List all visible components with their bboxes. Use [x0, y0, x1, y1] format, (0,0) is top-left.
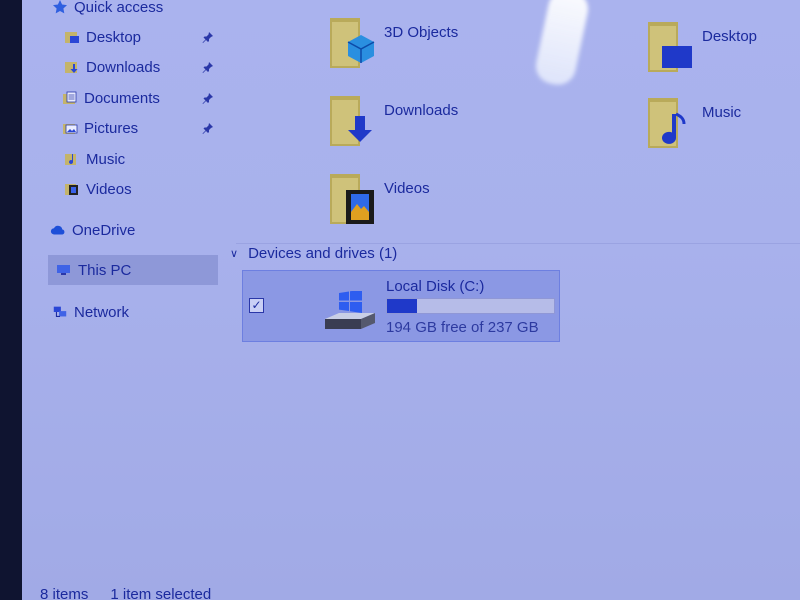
sidebar-item-network[interactable]: Network — [52, 299, 129, 325]
drive-local-disk-c[interactable]: ✓ Local Disk (C:) 194 GB free of 237 GB — [242, 270, 560, 342]
computer-icon — [56, 262, 72, 278]
sidebar-item-videos[interactable]: Videos — [64, 176, 132, 202]
sidebar-item-label: Pictures — [84, 119, 139, 137]
status-bar: 8 items 1 item selected — [40, 586, 211, 600]
pin-icon[interactable] — [202, 121, 214, 134]
chevron-down-icon[interactable]: ∨ — [230, 247, 238, 260]
sidebar-item-label: Quick access — [74, 0, 164, 16]
sidebar-item-downloads[interactable]: Downloads — [64, 54, 220, 80]
sidebar-item-label: This PC — [78, 261, 132, 279]
sidebar-item-label: Videos — [86, 180, 132, 198]
sidebar-item-pictures[interactable]: Pictures — [62, 115, 220, 141]
drive-name: Local Disk (C:) — [386, 278, 485, 295]
music-folder-icon — [64, 151, 80, 167]
sidebar-item-onedrive[interactable]: OneDrive — [50, 217, 135, 243]
selection-checkbox[interactable]: ✓ — [249, 298, 264, 313]
pictures-folder-icon — [62, 120, 78, 136]
navigation-pane: Quick access Desktop Downloads Documents… — [22, 0, 218, 560]
folder-3d-objects[interactable]: 3D Objects — [328, 16, 458, 77]
pin-icon[interactable] — [202, 91, 214, 104]
folder-label[interactable]: Desktop — [702, 28, 757, 45]
drive-usage-bar — [386, 298, 555, 314]
drive-usage-fill — [387, 299, 418, 313]
videos-folder-icon — [64, 181, 80, 197]
sidebar-item-documents[interactable]: Documents — [62, 85, 220, 111]
videos-folder-icon — [328, 172, 376, 233]
group-header-label: Devices and drives (1) — [248, 245, 398, 262]
devices-group-header[interactable]: ∨ Devices and drives (1) — [230, 245, 397, 262]
sidebar-item-label: Desktop — [86, 28, 142, 46]
documents-folder-icon — [62, 90, 78, 106]
content-pane: 3D Objects Desktop Downloads Music Video — [218, 0, 800, 600]
folder-downloads[interactable]: Downloads — [328, 94, 458, 155]
item-count: 8 items — [40, 586, 89, 600]
sidebar-item-music[interactable]: Music — [64, 146, 125, 172]
sidebar-item-label: Network — [74, 303, 130, 321]
file-explorer-window: Quick access Desktop Downloads Documents… — [22, 0, 800, 600]
star-icon — [52, 0, 68, 15]
pin-icon[interactable] — [202, 60, 214, 73]
folder-label: Music — [702, 104, 742, 121]
3d-objects-folder-icon — [328, 16, 376, 77]
folder-videos[interactable]: Videos — [328, 172, 430, 233]
selection-count: 1 item selected — [110, 586, 212, 600]
folder-music[interactable]: Music — [646, 96, 741, 157]
network-icon — [52, 304, 68, 320]
downloads-folder-icon — [64, 59, 80, 75]
desktop-folder-icon — [646, 20, 694, 81]
folder-desktop[interactable]: Desktop — [646, 20, 757, 81]
downloads-folder-icon — [328, 94, 376, 155]
sidebar-item-label: Documents — [84, 89, 160, 107]
sidebar-item-label: Music — [86, 150, 126, 168]
sidebar-item-desktop[interactable]: Desktop — [64, 24, 220, 50]
drive-free-space: 194 GB free of 237 GB — [386, 319, 539, 336]
music-folder-icon — [646, 96, 694, 157]
cloud-icon — [50, 222, 66, 238]
group-divider — [236, 243, 800, 244]
desktop-folder-icon — [64, 29, 80, 45]
sidebar-item-label: Downloads — [86, 58, 161, 76]
sidebar-item-this-pc[interactable]: This PC — [56, 257, 131, 283]
folder-label: 3D Objects — [384, 24, 459, 41]
pin-icon[interactable] — [202, 30, 214, 43]
drive-icon — [321, 289, 377, 338]
folder-label: Videos — [384, 180, 430, 197]
folder-label: Downloads — [384, 102, 459, 119]
sidebar-item-quick-access[interactable]: Quick access — [52, 0, 163, 20]
sidebar-item-label: OneDrive — [72, 221, 136, 239]
